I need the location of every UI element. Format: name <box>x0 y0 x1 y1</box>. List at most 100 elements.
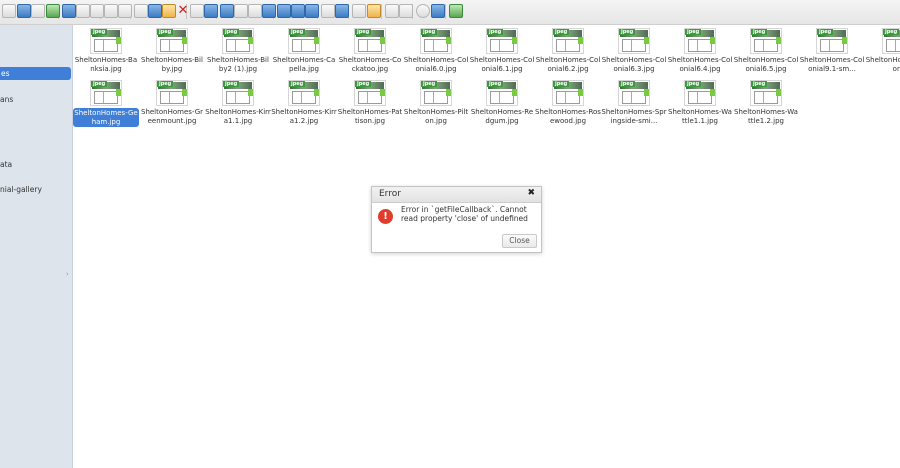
list-view-icon[interactable] <box>291 4 305 18</box>
toolbar-separator <box>445 4 446 19</box>
file-name: SheltonHomes-Colonial6.1.jpg <box>469 56 535 73</box>
file-item[interactable]: jpeg SheltonHomes-Colonial6.4.jpg <box>667 25 733 73</box>
thumbnail-floorplan <box>94 91 118 104</box>
file-type-tag: jpeg <box>355 29 372 35</box>
thumbnail-floorplan <box>160 91 184 104</box>
file-name: SheltonHomes-Springside-smi... <box>601 108 667 125</box>
file-item[interactable]: jpeg SheltonHomes-Bilby2 (1).jpg <box>205 25 271 73</box>
file-item[interactable]: jpeg SheltonHomes-Coloni <box>865 25 900 73</box>
sidebar-item-2[interactable]: ans <box>0 93 13 106</box>
sidebar-item-1[interactable]: es <box>0 67 71 80</box>
file-item[interactable]: jpeg SheltonHomes-Cockatoo.jpg <box>337 25 403 73</box>
file-name: SheltonHomes-Kirra1.1.jpg <box>205 108 271 125</box>
fullscreen-icon[interactable] <box>449 4 463 18</box>
file-item[interactable]: jpeg SheltonHomes-Wattle1.2.jpg <box>733 77 799 125</box>
file-item[interactable]: jpeg SheltonHomes-Capella.jpg <box>271 25 337 73</box>
file-item[interactable]: jpeg SheltonHomes-Kirra1.2.jpg <box>271 77 337 125</box>
file-item[interactable]: jpeg SheltonHomes-Colonial9.1-sm... <box>799 25 865 73</box>
delete-icon[interactable]: ✕ <box>176 4 190 18</box>
file-item[interactable]: jpeg SheltonHomes-Greenmount.jpg <box>139 77 205 125</box>
details-icon[interactable] <box>335 4 349 18</box>
file-name: SheltonHomes-Geham.jpg <box>73 108 139 127</box>
edit-icon[interactable] <box>248 4 262 18</box>
thumbnail-accent <box>116 89 121 96</box>
file-thumbnail: jpeg <box>222 28 254 54</box>
archive-icon[interactable] <box>262 4 276 18</box>
thumbnail-accent <box>314 89 319 96</box>
file-type-tag: jpeg <box>421 29 438 35</box>
open-icon[interactable] <box>31 4 45 18</box>
file-item[interactable]: jpeg SheltonHomes-Colonial6.5.jpg <box>733 25 799 73</box>
file-item[interactable]: jpeg SheltonHomes-Pilton.jpg <box>403 77 469 125</box>
file-type-tag: jpeg <box>553 29 570 35</box>
rename-icon[interactable] <box>204 4 218 18</box>
sort-icon[interactable] <box>385 4 399 18</box>
close-icon[interactable]: ✖ <box>527 188 535 198</box>
file-item[interactable]: jpeg SheltonHomes-Colonial6.3.jpg <box>601 25 667 73</box>
file-thumbnail: jpeg <box>684 28 716 54</box>
thumbnail-accent <box>446 37 451 44</box>
file-item[interactable]: jpeg SheltonHomes-Wattle1.1.jpg <box>667 77 733 125</box>
link-icon[interactable] <box>305 4 319 18</box>
copy-icon[interactable] <box>62 4 76 18</box>
file-thumbnail: jpeg <box>222 80 254 106</box>
scissors-icon[interactable] <box>148 4 162 18</box>
file-item[interactable]: jpeg SheltonHomes-Colonial6.1.jpg <box>469 25 535 73</box>
file-item[interactable]: jpeg SheltonHomes-Kirra1.1.jpg <box>205 77 271 125</box>
file-type-tag: jpeg <box>487 81 504 87</box>
file-item[interactable]: jpeg SheltonHomes-Pattison.jpg <box>337 77 403 125</box>
thumbnail-accent <box>776 89 781 96</box>
empty-trash-icon[interactable] <box>190 4 204 18</box>
file-thumbnail: jpeg <box>486 80 518 106</box>
grid-view-icon[interactable] <box>277 4 291 18</box>
info-icon[interactable] <box>220 4 234 18</box>
redo-icon[interactable] <box>118 4 132 18</box>
paste-icon[interactable] <box>90 4 104 18</box>
file-thumbnail: jpeg <box>552 28 584 54</box>
file-type-tag: jpeg <box>289 81 306 87</box>
file-type-tag: jpeg <box>817 29 834 35</box>
cut-icon[interactable] <box>76 4 90 18</box>
file-name: SheltonHomes-Banksia.jpg <box>74 56 138 73</box>
resize-icon[interactable] <box>367 4 381 18</box>
thumbnail-accent <box>710 37 715 44</box>
file-item[interactable]: jpeg SheltonHomes-Redgum.jpg <box>469 77 535 125</box>
sidebar-collapse-handle[interactable]: › <box>66 270 69 278</box>
thumbnail-accent <box>644 37 649 44</box>
up-folder-icon[interactable] <box>2 4 16 18</box>
file-item[interactable]: jpeg SheltonHomes-Banksia.jpg <box>73 25 139 73</box>
preview-icon[interactable] <box>234 4 248 18</box>
settings-icon[interactable] <box>416 4 430 18</box>
paste-clipboard-icon[interactable] <box>162 4 176 18</box>
file-item[interactable]: jpeg SheltonHomes-Geham.jpg <box>73 77 139 127</box>
filter-icon[interactable] <box>399 4 413 18</box>
thumbnail-floorplan <box>556 91 580 104</box>
file-thumbnail: jpeg <box>354 80 386 106</box>
file-type-tag: jpeg <box>685 81 702 87</box>
image-icon[interactable] <box>352 4 366 18</box>
file-item[interactable]: jpeg SheltonHomes-Colonial6.2.jpg <box>535 25 601 73</box>
close-button[interactable]: Close <box>502 234 537 248</box>
download-icon[interactable] <box>46 4 60 18</box>
file-thumbnail: jpeg <box>552 80 584 106</box>
file-item[interactable]: jpeg SheltonHomes-Bilby.jpg <box>139 25 205 73</box>
file-item[interactable]: jpeg SheltonHomes-Rosewood.jpg <box>535 77 601 125</box>
reload-icon[interactable] <box>17 4 31 18</box>
file-item[interactable]: jpeg SheltonHomes-Colonial6.0.jpg <box>403 25 469 73</box>
thumbnail-floorplan <box>688 39 712 52</box>
dialog-title: Error <box>379 189 401 199</box>
file-name: SheltonHomes-Cockatoo.jpg <box>338 56 402 73</box>
undo-icon[interactable] <box>104 4 118 18</box>
sidebar-item-4[interactable]: nial-gallery <box>0 183 42 196</box>
thumbnail-floorplan <box>820 39 844 52</box>
help-icon[interactable] <box>431 4 445 18</box>
duplicate-icon[interactable] <box>134 4 148 18</box>
file-type-tag: jpeg <box>157 81 174 87</box>
thumbnail-accent <box>314 37 319 44</box>
sidebar-item-3[interactable]: ata <box>0 158 12 171</box>
file-name: SheltonHomes-Coloni <box>865 56 900 73</box>
thumbnail-accent <box>644 89 649 96</box>
view-icon[interactable] <box>321 4 335 18</box>
file-item[interactable]: jpeg SheltonHomes-Springside-smi... <box>601 77 667 125</box>
file-name: SheltonHomes-Wattle1.2.jpg <box>734 108 798 125</box>
